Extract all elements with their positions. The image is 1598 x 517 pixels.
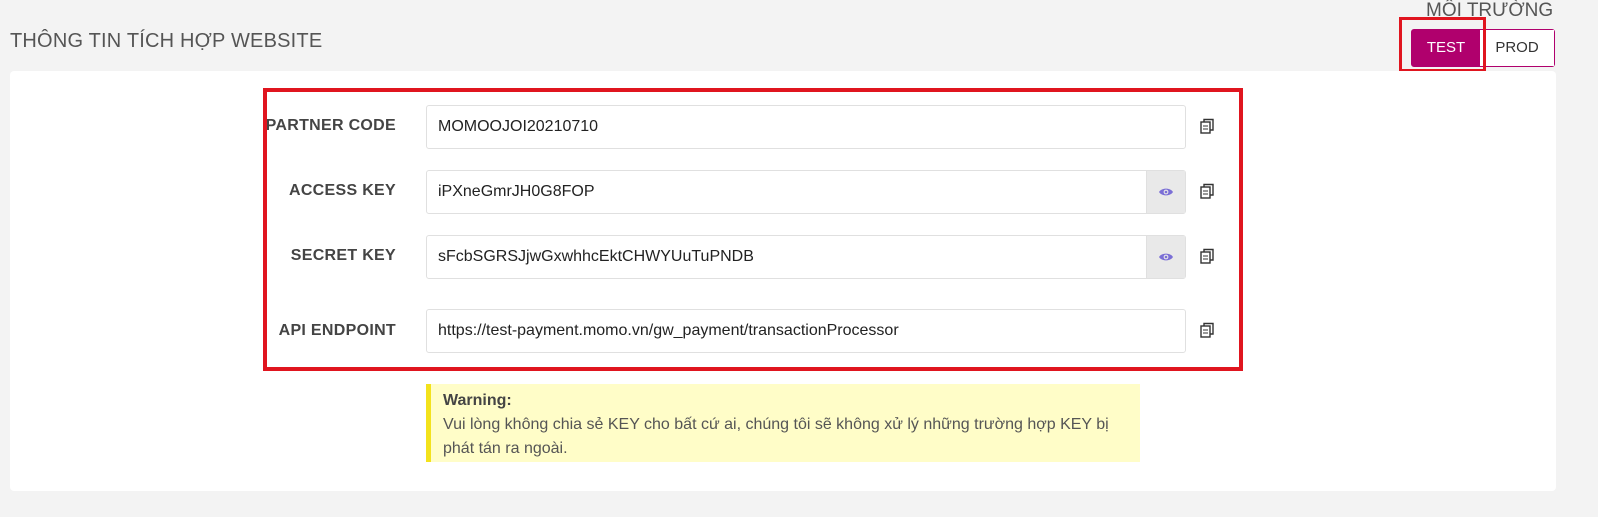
env-test-button[interactable]: TEST <box>1412 30 1480 66</box>
page-title: THÔNG TIN TÍCH HỢP WEBSITE <box>10 30 323 52</box>
access-key-field[interactable]: iPXneGmrJH0G8FOP <box>426 170 1186 214</box>
copy-icon <box>1200 248 1214 264</box>
eye-icon <box>1159 188 1173 196</box>
copy-partner-code-button[interactable] <box>1198 117 1218 137</box>
warning-message: Vui lòng không chia sẻ KEY cho bất cứ ai… <box>443 416 1109 457</box>
api-endpoint-label: API ENDPOINT <box>278 322 396 339</box>
reveal-secret-key-button[interactable] <box>1146 236 1185 278</box>
secret-key-value: sFcbSGRSJjwGxwhhcEktCHWYUuTuPNDB <box>438 248 754 265</box>
eye-icon <box>1159 253 1173 261</box>
copy-access-key-button[interactable] <box>1198 182 1218 202</box>
partner-code-field[interactable]: MOMOOJOI20210710 <box>426 105 1186 149</box>
warning-box: Warning: Vui lòng không chia sẻ KEY cho … <box>426 384 1140 462</box>
warning-title: Warning: <box>443 392 512 409</box>
copy-secret-key-button[interactable] <box>1198 247 1218 267</box>
copy-icon <box>1200 118 1214 134</box>
integration-card: PARTNER CODE MOMOOJOI20210710 ACCESS KEY… <box>10 71 1556 491</box>
copy-icon <box>1200 183 1214 199</box>
partner-code-label: PARTNER CODE <box>265 117 396 134</box>
secret-key-label: SECRET KEY <box>290 247 396 264</box>
partner-code-value: MOMOOJOI20210710 <box>438 118 599 135</box>
secret-key-field[interactable]: sFcbSGRSJjwGxwhhcEktCHWYUuTuPNDB <box>426 235 1186 279</box>
copy-icon <box>1200 322 1214 338</box>
environment-label: MÔI TRƯỜNG <box>1426 0 1554 21</box>
api-endpoint-value: https://test-payment.momo.vn/gw_payment/… <box>438 322 899 339</box>
env-prod-button[interactable]: PROD <box>1480 30 1554 66</box>
environment-toggle: TEST PROD <box>1411 29 1555 67</box>
access-key-label: ACCESS KEY <box>288 182 396 199</box>
copy-api-endpoint-button[interactable] <box>1198 321 1218 341</box>
api-endpoint-field[interactable]: https://test-payment.momo.vn/gw_payment/… <box>426 309 1186 353</box>
access-key-value: iPXneGmrJH0G8FOP <box>438 183 595 200</box>
reveal-access-key-button[interactable] <box>1146 171 1185 213</box>
